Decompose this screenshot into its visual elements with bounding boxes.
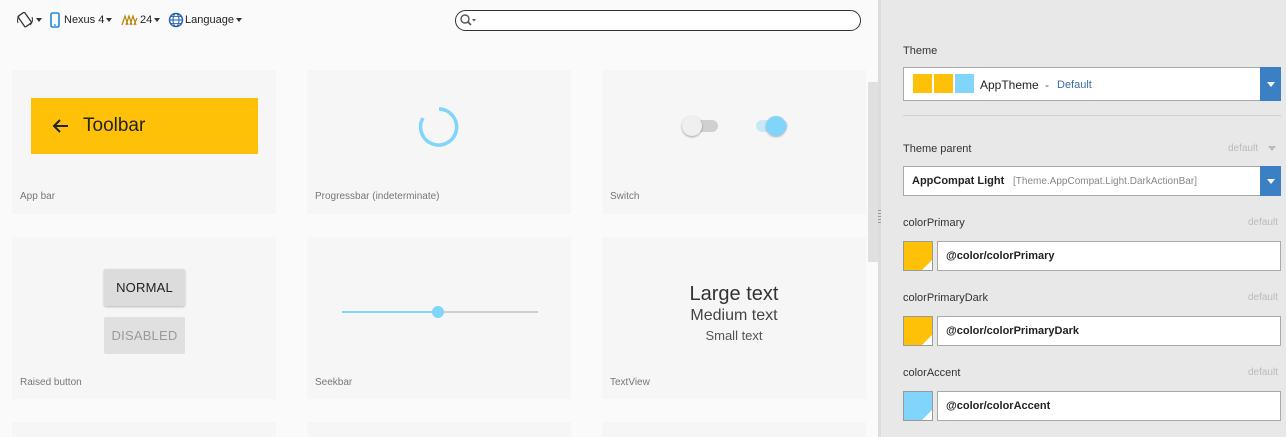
card-label: Raised button — [20, 377, 82, 388]
theme-state: Default — [1057, 79, 1092, 91]
chevron-down-icon — [154, 18, 161, 22]
theme-preview: Nexus 4 24 Language App bar Toolbar Prog… — [0, 0, 880, 437]
chevron-down-icon — [235, 18, 242, 22]
theme-swatch-primary-dark — [934, 74, 953, 93]
theme-parent-label: Theme parent — [903, 143, 972, 155]
normal-raised-button[interactable]: NORMAL — [104, 269, 185, 306]
card-label: TextView — [610, 377, 650, 388]
corner-fold-icon — [922, 260, 932, 270]
disabled-raised-button: DISABLED — [104, 317, 185, 354]
corner-fold-icon — [922, 335, 932, 345]
seekbar-progress — [342, 311, 439, 313]
search-icon — [460, 14, 476, 26]
attribute-name: colorPrimaryDark — [903, 292, 988, 304]
color-primary-dark-field[interactable]: @color/colorPrimaryDark — [937, 316, 1281, 346]
theme-editor-panel: Theme AppTheme - Default Theme parent de… — [881, 0, 1286, 437]
color-accent-field[interactable]: @color/colorAccent — [937, 391, 1281, 421]
card-label: App bar — [20, 191, 56, 202]
chevron-down-icon[interactable] — [1260, 67, 1281, 101]
back-arrow-icon[interactable] — [49, 114, 73, 138]
card-label: Switch — [610, 191, 640, 202]
chevron-down-icon[interactable] — [1268, 146, 1276, 151]
app-bar-toolbar: Toolbar — [31, 98, 258, 154]
preview-card[interactable] — [307, 422, 571, 437]
color-swatch-accent[interactable] — [903, 391, 933, 421]
vertical-scrollbar[interactable] — [868, 82, 878, 262]
default-hint: default — [1247, 292, 1278, 303]
seekbar[interactable] — [342, 304, 538, 320]
theme-label: Theme — [903, 45, 938, 57]
theme-selector[interactable]: AppTheme - Default — [903, 67, 1281, 101]
card-label: Progressbar (indeterminate) — [315, 191, 440, 202]
parent-name: AppCompat Light — [912, 175, 1005, 187]
preview-card[interactable] — [12, 422, 276, 437]
api-level-label: 24 — [140, 14, 153, 26]
rotate-icon — [17, 12, 33, 28]
default-hint: default — [1227, 143, 1258, 154]
color-primary-field[interactable]: @color/colorPrimary — [937, 241, 1281, 271]
switch-off[interactable] — [682, 116, 722, 136]
parent-qualified-name: [Theme.AppCompat.Light.DarkActionBar] — [1013, 176, 1197, 187]
color-swatch-primary[interactable] — [903, 241, 933, 271]
phone-icon — [50, 12, 60, 28]
progress-spinner — [418, 107, 459, 147]
switch-thumb — [766, 116, 786, 136]
default-hint: default — [1247, 217, 1278, 228]
theme-name: AppTheme — [980, 78, 1039, 92]
device-selector[interactable]: Nexus 4 — [49, 10, 113, 30]
toolbar-title: Toolbar — [83, 115, 146, 136]
color-swatch-primary-dark[interactable] — [903, 316, 933, 346]
globe-icon — [168, 12, 184, 28]
device-label: Nexus 4 — [64, 14, 105, 26]
theme-swatch-accent — [955, 74, 974, 93]
switch-card[interactable]: Switch — [602, 70, 866, 214]
theme-swatch-primary — [913, 74, 932, 93]
attribute-name: colorPrimary — [903, 217, 965, 229]
chevron-down-icon — [36, 18, 42, 22]
chevron-down-icon — [106, 18, 113, 22]
card-label: Seekbar — [315, 377, 353, 388]
search-input[interactable] — [455, 10, 861, 31]
attribute-name: colorAccent — [903, 367, 961, 379]
theme-separator: - — [1045, 78, 1049, 92]
corner-fold-icon — [922, 410, 932, 420]
orientation-button[interactable] — [16, 10, 42, 30]
preview-card[interactable] — [602, 422, 866, 437]
android-api-icon — [121, 14, 138, 26]
chevron-down-icon[interactable] — [1260, 166, 1281, 196]
medium-text: Medium text — [690, 307, 778, 324]
theme-parent-selector[interactable]: AppCompat Light [Theme.AppCompat.Light.D… — [903, 166, 1281, 196]
small-text: Small text — [705, 328, 763, 343]
default-hint: default — [1247, 367, 1278, 378]
language-label: Language — [185, 14, 234, 26]
language-selector[interactable]: Language — [168, 10, 242, 30]
switch-thumb — [682, 116, 702, 136]
large-text: Large text — [689, 283, 779, 305]
seekbar-thumb[interactable] — [432, 306, 445, 318]
switch-on[interactable] — [752, 116, 792, 136]
divider — [903, 115, 1281, 116]
api-level-selector[interactable]: 24 — [121, 10, 161, 30]
